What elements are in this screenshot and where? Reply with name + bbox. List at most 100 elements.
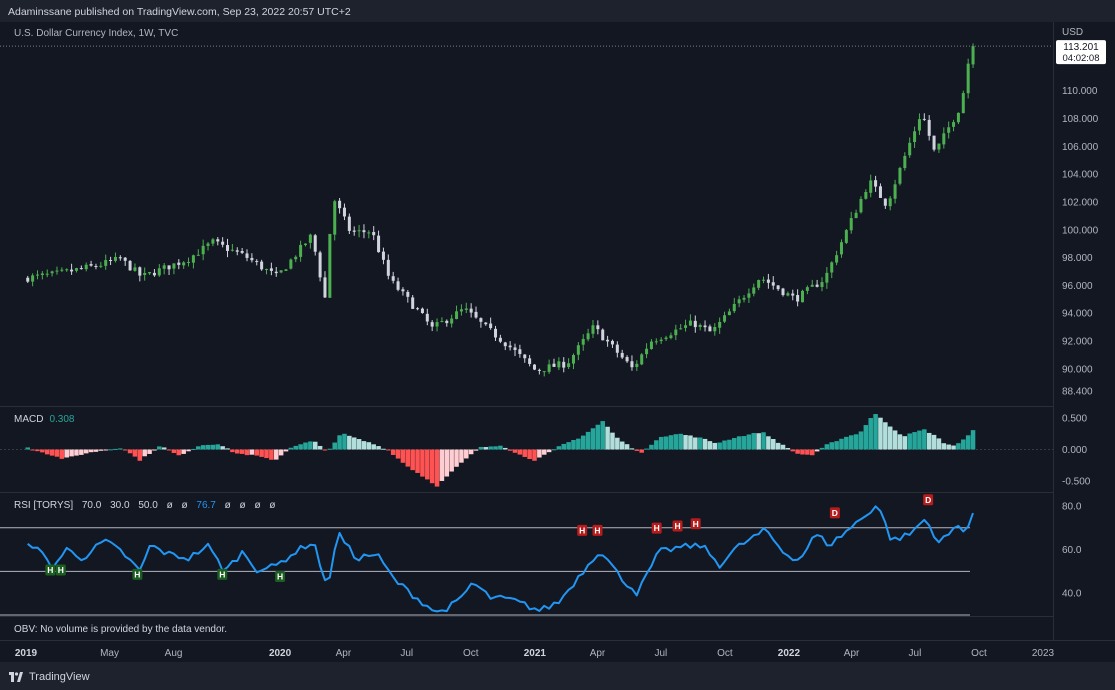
candle-body: [932, 135, 936, 150]
candle-body: [849, 218, 853, 231]
macd-bar: [264, 449, 269, 459]
macd-bar: [795, 449, 800, 454]
macd-bar: [595, 424, 601, 450]
candle-body: [562, 361, 566, 368]
tradingview-brand[interactable]: TradingView: [9, 669, 90, 685]
price-tick-label: 96.000: [1062, 281, 1093, 292]
price-tick-label: 100.000: [1062, 225, 1099, 236]
macd-bar: [215, 444, 221, 450]
candle-body: [820, 282, 824, 288]
candle-body: [830, 262, 834, 273]
macd-bar: [970, 430, 976, 450]
macd-bar: [303, 442, 308, 450]
candle-body: [674, 329, 678, 336]
candle-body: [635, 363, 639, 368]
candle-body: [810, 284, 814, 287]
macd-bar: [493, 446, 498, 450]
macd-bar: [49, 449, 55, 456]
candle-body: [367, 232, 371, 234]
candle-body: [591, 325, 595, 334]
macd-bar: [473, 449, 479, 451]
candle-body: [581, 338, 585, 345]
candle-body: [893, 184, 897, 199]
candle-body: [45, 273, 49, 275]
candle-body: [640, 354, 644, 365]
candle-body: [70, 269, 74, 272]
macd-bar: [483, 447, 489, 450]
macd-bar: [327, 448, 333, 450]
macd-bar: [717, 442, 722, 450]
candle-body: [128, 260, 132, 271]
candle-body: [567, 363, 571, 368]
rsi-marker-label: H: [58, 565, 64, 575]
macd-bar: [351, 437, 357, 450]
macd-bar: [186, 449, 191, 452]
candle-body: [381, 251, 385, 260]
macd-bar: [527, 449, 532, 460]
macd-bar: [205, 444, 211, 450]
macd-bar: [649, 444, 654, 450]
macd-bar: [551, 449, 557, 451]
macd-bar: [103, 449, 108, 451]
time-tick-label: Jul: [654, 648, 667, 659]
macd-bar: [98, 449, 104, 451]
macd-bar: [961, 439, 966, 450]
bar-countdown: 04:02:08: [1063, 53, 1100, 64]
candle-body: [308, 234, 312, 243]
candle-body: [494, 328, 498, 338]
macd-bar: [751, 433, 757, 450]
macd-bar: [561, 443, 566, 450]
macd-bar: [853, 434, 859, 450]
candle-body: [971, 46, 975, 65]
candle-body: [406, 291, 410, 297]
time-tick-label: Apr: [590, 648, 606, 659]
macd-bar: [390, 449, 396, 455]
candle-body: [55, 270, 59, 272]
macd-bar: [839, 438, 844, 450]
macd-bar: [693, 437, 698, 450]
candle-body: [79, 268, 83, 270]
candle-body: [864, 191, 868, 199]
candle-body: [888, 198, 892, 207]
macd-bar: [887, 426, 893, 450]
macd-bar: [873, 414, 878, 450]
macd-bar: [697, 437, 703, 450]
macd-bar: [576, 438, 581, 450]
candle-body: [284, 269, 288, 271]
macd-bar: [381, 448, 386, 450]
candle-body: [498, 337, 502, 342]
candle-body: [40, 273, 44, 276]
candle-body: [961, 93, 965, 114]
candle-body: [99, 265, 103, 267]
candle-body: [338, 200, 342, 209]
candle-body: [781, 288, 785, 296]
candle-body: [255, 261, 259, 263]
macd-bar: [93, 449, 99, 452]
macd-bar: [410, 449, 415, 471]
macd-bar: [790, 449, 796, 452]
price-tick-label: 108.000: [1062, 114, 1099, 125]
candle-body: [947, 127, 951, 133]
tradingview-logo-icon: [9, 672, 23, 682]
rsi-marker-label: H: [277, 572, 283, 582]
candle-body: [937, 143, 941, 150]
candle-body: [26, 277, 30, 282]
macd-bar: [429, 449, 435, 484]
macd-bar: [732, 438, 737, 450]
price-tick-label: 92.000: [1062, 337, 1093, 348]
macd-bar: [829, 442, 834, 450]
candle-body: [708, 326, 712, 332]
macd-bar: [312, 441, 318, 450]
macd-bar: [658, 436, 664, 450]
candle-body: [196, 254, 200, 256]
tradingview-chart[interactable]: Adaminssane published on TradingView.com…: [0, 0, 1115, 690]
candle-body: [31, 275, 35, 282]
macd-bar: [571, 439, 576, 450]
candle-body: [508, 345, 512, 348]
time-tick-label: Oct: [463, 648, 479, 659]
candle-body: [182, 262, 186, 266]
rsi-marker-label: H: [693, 519, 699, 529]
candle-body: [313, 235, 317, 252]
candle-body: [630, 361, 634, 368]
candle-body: [479, 318, 483, 322]
